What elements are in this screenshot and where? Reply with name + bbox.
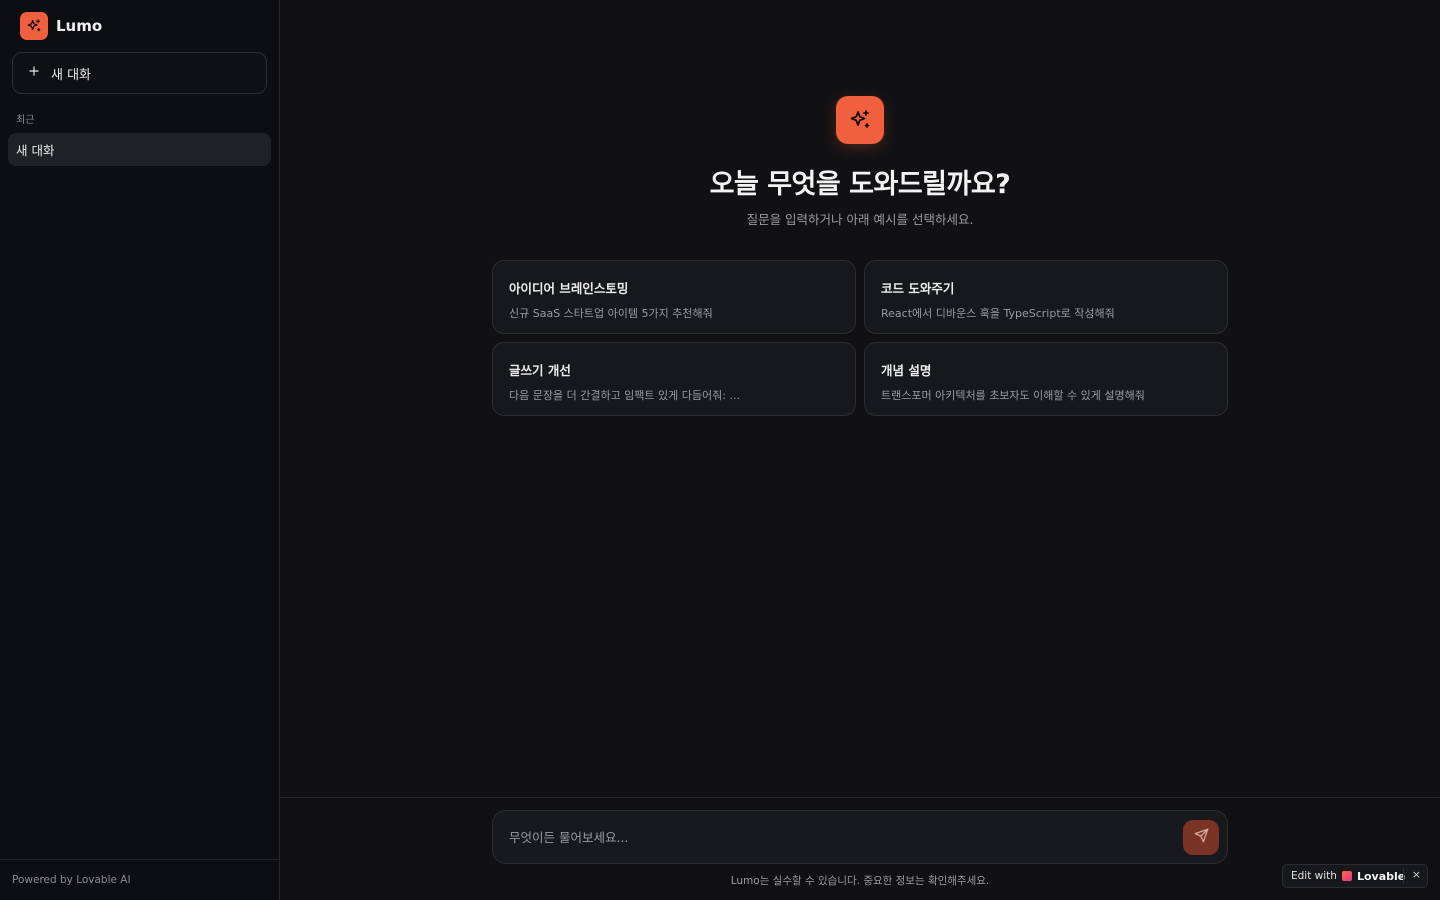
- suggestion-title: 개념 설명: [881, 363, 932, 378]
- sparkles-icon: [20, 12, 48, 40]
- suggestion-description: 트랜스포머 아키텍처를 초보자도 이해할 수 있게 설명해줘: [881, 389, 1145, 402]
- disclaimer: Lumo는 실수할 수 있습니다. 중요한 정보는 확인해주세요.: [730, 875, 990, 887]
- page-subtitle: 질문을 입력하거나 아래 예시를 선택하세요.: [746, 212, 974, 227]
- brand-name: Lumo: [56, 17, 103, 35]
- composer: [492, 810, 1228, 864]
- suggestion-description: 다음 문장을 더 간결하고 임팩트 있게 다듬어줘: ...: [509, 389, 740, 402]
- suggestion-card-code[interactable]: 코드 도와주기 React에서 디바운스 훅을 TypeScript로 작성해줘: [864, 260, 1228, 334]
- close-icon[interactable]: ×: [1412, 868, 1421, 881]
- brand[interactable]: Lumo: [20, 12, 102, 40]
- conversation-item[interactable]: 새 대화: [8, 133, 271, 166]
- page-title: 오늘 무엇을 도와드릴까요?: [709, 169, 1011, 200]
- recent-heading: 최근: [16, 115, 35, 126]
- new-chat-label: 새 대화: [51, 67, 92, 83]
- composer-divider: [280, 797, 1440, 798]
- powered-by-text: Powered by Lovable AI: [12, 874, 131, 886]
- send-button[interactable]: [1183, 820, 1219, 855]
- suggestion-card-concept[interactable]: 개념 설명 트랜스포머 아키텍처를 초보자도 이해할 수 있게 설명해줘: [864, 342, 1228, 416]
- sidebar-footer: Powered by Lovable AI: [0, 859, 279, 900]
- plus-icon: [27, 64, 41, 82]
- suggestion-title: 코드 도와주기: [881, 281, 955, 296]
- lovable-brand: Lovable: [1356, 869, 1406, 883]
- suggestion-description: React에서 디바운스 훅을 TypeScript로 작성해줘: [881, 307, 1115, 320]
- sparkles-icon: [836, 96, 884, 144]
- suggestion-description: 신규 SaaS 스타트업 아이템 5가지 추천해줘: [509, 307, 713, 320]
- lovable-logo-icon: [1341, 871, 1352, 881]
- lovable-badge[interactable]: Edit with Lovable ×: [1282, 864, 1428, 888]
- suggestion-title: 글쓰기 개선: [509, 363, 571, 378]
- edit-with-label: Edit with: [1291, 870, 1337, 882]
- message-input[interactable]: [509, 811, 1159, 863]
- suggestion-card-writing[interactable]: 글쓰기 개선 다음 문장을 더 간결하고 임팩트 있게 다듬어줘: ...: [492, 342, 856, 416]
- main-panel: 오늘 무엇을 도와드릴까요? 질문을 입력하거나 아래 예시를 선택하세요. 아…: [280, 0, 1440, 900]
- new-chat-button[interactable]: 새 대화: [12, 52, 267, 94]
- suggestion-title: 아이디어 브레인스토밍: [509, 281, 629, 296]
- badge-divider: [1403, 868, 1404, 884]
- suggestion-card-brainstorm[interactable]: 아이디어 브레인스토밍 신규 SaaS 스타트업 아이템 5가지 추천해줘: [492, 260, 856, 334]
- sidebar: Lumo 새 대화 최근 새 대화 Powered by Lovable AI: [0, 0, 280, 900]
- send-icon: [1194, 828, 1209, 847]
- conversation-title: 새 대화: [16, 143, 55, 158]
